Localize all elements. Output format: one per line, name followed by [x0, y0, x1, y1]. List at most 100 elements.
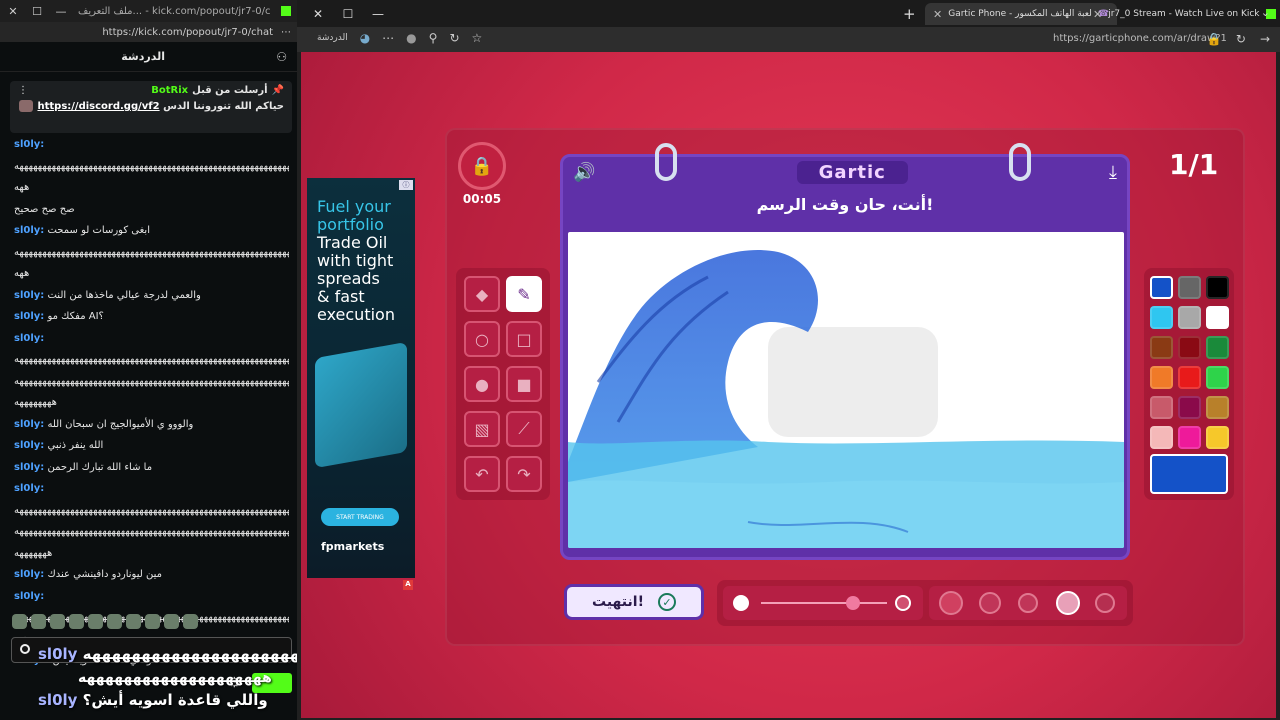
color-swatch[interactable] [1206, 306, 1229, 329]
brush-size-xs[interactable] [1095, 593, 1115, 613]
users-icon[interactable]: ⚇ [276, 50, 287, 64]
minimize-icon[interactable]: — [54, 5, 68, 18]
brush-size-xl[interactable] [939, 591, 963, 615]
sync-icon[interactable]: ↻ [449, 31, 459, 45]
emote-icon [19, 100, 33, 112]
emote-icon[interactable] [126, 614, 141, 629]
navigation-bar: الدردشة ◕ ⋯ ● ⚲ ↻ ☆ https://garticphone.… [297, 27, 1280, 52]
color-swatch[interactable] [1178, 336, 1201, 359]
color-swatch[interactable] [1206, 396, 1229, 419]
pin-options-icon[interactable]: ⋮ [18, 85, 28, 96]
brush-size-sm-selected[interactable] [1056, 591, 1080, 615]
chat-button[interactable]: الدردشة [317, 33, 348, 43]
done-button[interactable]: انتهيت! ✓ [564, 584, 704, 620]
emote-icon[interactable] [31, 614, 46, 629]
more-icon[interactable]: ⋯ [382, 31, 394, 45]
pencil-tool[interactable]: ✎ [506, 276, 542, 312]
color-swatch[interactable] [1150, 306, 1173, 329]
color-swatch[interactable] [1150, 336, 1173, 359]
maximize-icon[interactable]: ☐ [333, 7, 363, 21]
color-swatch[interactable] [1150, 366, 1173, 389]
rect-fill-tool[interactable]: ■ [506, 366, 542, 402]
emote-icon[interactable] [107, 614, 122, 629]
eraser-tool[interactable]: ◆ [464, 276, 500, 312]
close-icon[interactable]: ✕ [303, 7, 333, 21]
color-swatch[interactable] [1178, 426, 1201, 449]
chat-username[interactable]: sl0ly: [14, 569, 44, 580]
close-icon[interactable]: ✕ [6, 5, 20, 18]
maximize-icon[interactable]: ☐ [30, 5, 44, 18]
download-icon[interactable]: ⤓ [1109, 162, 1117, 183]
color-swatch[interactable] [1150, 426, 1173, 449]
emote-icon[interactable] [183, 614, 198, 629]
color-swatch[interactable] [1206, 366, 1229, 389]
ad-info-icon[interactable]: ⓘ [399, 180, 413, 190]
opacity-slider[interactable] [723, 586, 923, 620]
pinned-link[interactable]: https://discord.gg/vf2 [37, 101, 159, 112]
bucket-tool[interactable]: ▧ [464, 411, 500, 447]
chevron-down-icon[interactable]: ⌄ [1261, 6, 1270, 19]
color-swatch[interactable] [1206, 426, 1229, 449]
ad-banner[interactable]: ⓘ Fuel your portfolio Trade Oil with tig… [307, 178, 415, 578]
rect-outline-tool[interactable]: □ [506, 321, 542, 357]
opacity-min-icon [733, 595, 749, 611]
close-tab-icon[interactable]: ✕ [933, 8, 942, 21]
emote-picker-icon[interactable] [20, 644, 30, 654]
chat-username[interactable]: sl0ly: [14, 483, 44, 494]
color-swatch[interactable] [1178, 276, 1201, 299]
emote-icon[interactable] [50, 614, 65, 629]
redo-tool[interactable]: ↷ [506, 456, 542, 492]
forward-icon[interactable]: → [1260, 32, 1270, 46]
color-swatch[interactable] [1178, 366, 1201, 389]
extensions-icon[interactable]: ⚲ [429, 31, 438, 45]
chat-message: sl0ly: ابغى كورسات لو سمحت [14, 220, 289, 242]
color-swatch[interactable] [1150, 276, 1173, 299]
pinned-message[interactable]: 📌 أرسلت من قبل BotRix ⋮ حياكم الله تنورو… [10, 81, 292, 133]
chat-username[interactable]: sl0ly: [14, 225, 44, 236]
chat-username[interactable]: sl0ly: [14, 290, 44, 301]
drawing-canvas[interactable] [568, 232, 1124, 548]
chat-username[interactable]: sl0ly: [14, 311, 44, 322]
color-swatch[interactable] [1206, 276, 1229, 299]
emote-icon[interactable] [12, 614, 27, 629]
color-swatch[interactable] [1178, 396, 1201, 419]
color-swatch[interactable] [1178, 306, 1201, 329]
brush-size-lg[interactable] [979, 592, 1001, 614]
chat-username[interactable]: sl0ly: [14, 333, 44, 344]
chat-username[interactable]: sl0ly: [14, 462, 44, 473]
more-icon[interactable]: ⋯ [281, 27, 291, 38]
opacity-handle[interactable] [846, 596, 860, 610]
chat-message: sl0ly: الله ينفر ذنبي [14, 435, 289, 457]
color-swatch[interactable] [1150, 396, 1173, 419]
refresh-icon[interactable]: ↻ [1236, 32, 1246, 46]
tab-kick[interactable]: ✕ jr7_0 Stream - Watch Live on Kick [1085, 3, 1280, 25]
chat-username[interactable]: sl0ly: [14, 440, 44, 451]
color-swatch[interactable] [1206, 336, 1229, 359]
line-tool[interactable]: ⟋ [506, 411, 542, 447]
circle-outline-tool[interactable]: ○ [464, 321, 500, 357]
emote-icon[interactable] [164, 614, 179, 629]
undo-tool[interactable]: ↶ [464, 456, 500, 492]
lock-icon[interactable]: 🔒 [1207, 32, 1222, 46]
circle-fill-tool[interactable]: ● [464, 366, 500, 402]
favorite-star-icon[interactable]: ☆ [472, 31, 483, 45]
chat-username[interactable]: sl0ly: [14, 591, 44, 602]
tab-bar: ✕ ☐ — + ✕ Gartic Phone - لعبة الهاتف الم… [297, 0, 1280, 27]
new-tab-icon[interactable]: + [903, 5, 916, 23]
copilot-icon[interactable]: ◕ [360, 31, 370, 45]
brush-size-md[interactable] [1018, 593, 1038, 613]
pin-icon: 📌 [271, 85, 284, 96]
avatar[interactable]: ● [406, 31, 416, 45]
chat-username[interactable]: sl0ly: [14, 419, 44, 430]
address-bar[interactable]: https://garticphone.com/ar/draw?1 [1053, 33, 1227, 44]
emote-icon[interactable] [145, 614, 160, 629]
close-tab-icon[interactable]: ✕ [1093, 8, 1102, 21]
chat-username[interactable]: sl0ly: [14, 139, 44, 150]
chat-message: هههههههههههههههههههههههههههههههههههههههه… [14, 156, 289, 178]
sound-icon[interactable]: 🔊 [573, 162, 595, 183]
emote-icon[interactable] [88, 614, 103, 629]
ad-cta-button[interactable]: START TRADING [321, 508, 399, 526]
emote-icon[interactable] [69, 614, 84, 629]
kick-url[interactable]: https://kick.com/popout/jr7-0/chat [102, 27, 273, 38]
minimize-icon[interactable]: — [363, 7, 393, 21]
